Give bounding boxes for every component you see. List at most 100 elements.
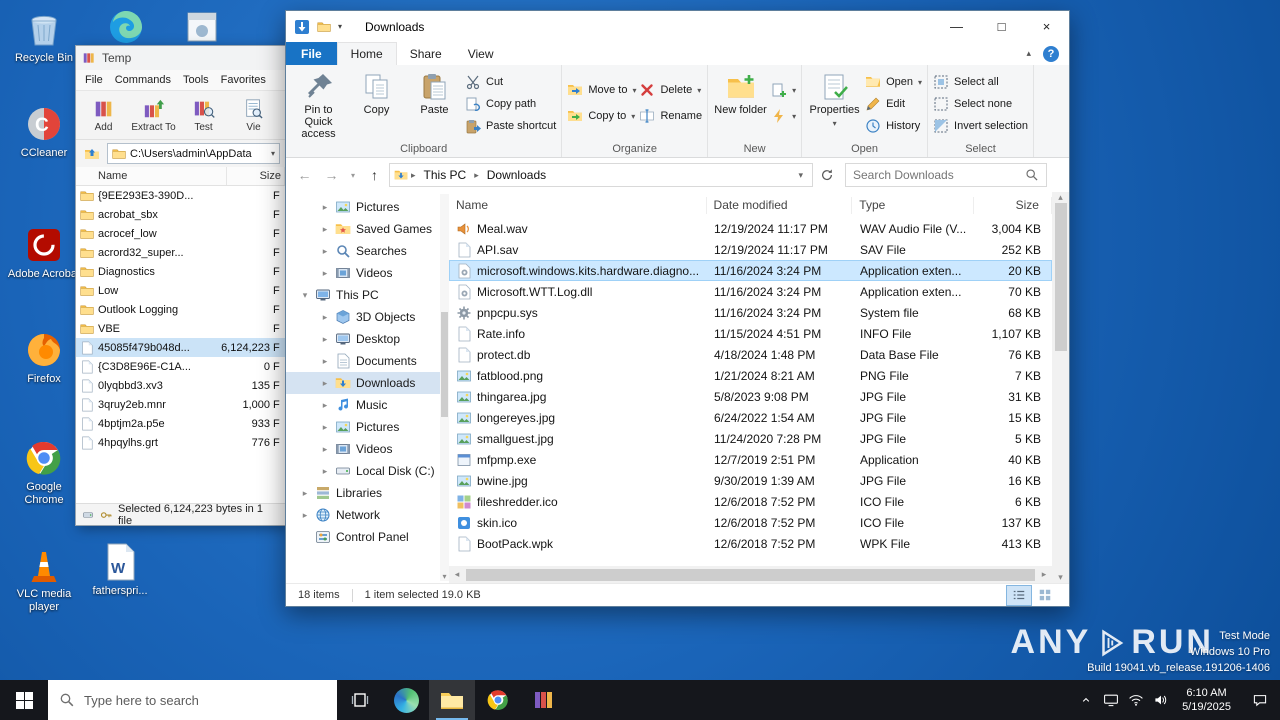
nav-item-downloads[interactable]: ▸ Downloads <box>286 372 449 394</box>
minimize-button[interactable]: — <box>934 11 979 42</box>
expand-chevron[interactable]: ▸ <box>300 510 310 521</box>
scrollbar-thumb[interactable] <box>1054 203 1067 351</box>
winrar-row[interactable]: 3qruy2eb.mnr 1,000 F <box>76 395 285 414</box>
breadcrumb-this-pc[interactable]: This PC <box>419 168 472 182</box>
tab-file[interactable]: File <box>286 42 337 65</box>
file-row[interactable]: Meal.wav 12/19/2024 11:17 PM WAV Audio Fil… <box>449 218 1052 239</box>
help-icon[interactable]: ? <box>1043 45 1059 62</box>
expand-chevron[interactable]: ▸ <box>320 246 330 257</box>
winrar-row[interactable]: 0lyqbbd3.xv3 135 F <box>76 376 285 395</box>
vertical-scrollbar[interactable]: ▴ ▾ <box>1052 192 1069 583</box>
column-header-type[interactable]: Type <box>852 196 975 214</box>
nav-item-3d-objects[interactable]: ▸ 3D Objects <box>286 306 449 328</box>
scroll-down-arrow[interactable]: ▾ <box>1053 572 1069 583</box>
expand-chevron[interactable]: ▸ <box>320 224 330 235</box>
search-box[interactable]: Search Downloads <box>845 163 1047 187</box>
back-button[interactable]: ← <box>292 163 317 187</box>
desktop-icon-vlc[interactable]: VLC media player <box>6 544 82 614</box>
history-button[interactable]: History <box>865 118 922 134</box>
column-header-name[interactable]: Name <box>449 196 707 214</box>
up-button[interactable]: ↑ <box>362 163 387 187</box>
column-header-date-modified[interactable]: Date modified <box>707 196 853 214</box>
copy-path-button[interactable]: Copy path <box>465 96 556 112</box>
copy-button[interactable]: Copy <box>349 67 404 137</box>
file-row[interactable]: API.sav 12/19/2024 11:17 PM SAV File 252 KB <box>449 239 1052 260</box>
expand-chevron[interactable]: ▸ <box>320 334 330 345</box>
scroll-up-arrow[interactable]: ▴ <box>1053 192 1069 203</box>
winrar-row[interactable]: {C3D8E96E-C1A... 0 F <box>76 357 285 376</box>
file-row[interactable]: thingarea.jpg 5/8/2023 9:08 PM JPG File 31 … <box>449 386 1052 407</box>
invert-selection-button[interactable]: Invert selection <box>933 118 1028 134</box>
ribbon-collapse-chevron[interactable]: ▴ <box>1026 48 1031 59</box>
explorer-titlebar[interactable]: ▾ Downloads — □ × <box>286 11 1069 42</box>
taskbar-winrar-button[interactable] <box>521 680 567 720</box>
search-icon[interactable] <box>1025 168 1039 182</box>
cut-button[interactable]: Cut <box>465 74 556 90</box>
file-row[interactable]: BootPack.wpk 12/6/2018 7:52 PM WPK File 413… <box>449 533 1052 554</box>
desktop-icon-recycle-bin[interactable]: Recycle Bin <box>6 8 82 65</box>
scroll-down-arrow[interactable]: ▾ <box>440 572 449 581</box>
nav-item-videos[interactable]: ▸ Videos <box>286 438 449 460</box>
winrar-menu-commands[interactable]: Commands <box>110 72 176 88</box>
nav-item-videos[interactable]: ▸ Videos <box>286 262 449 284</box>
tab-home[interactable]: Home <box>336 42 397 65</box>
column-header-size[interactable]: Size <box>974 196 1052 214</box>
tab-view[interactable]: View <box>455 42 507 65</box>
desktop-icon-edge-shortcut[interactable] <box>88 6 164 48</box>
task-view-button[interactable] <box>337 680 383 720</box>
winrar-add-button[interactable]: Add <box>80 92 127 138</box>
nav-item-this-pc[interactable]: ▾ This PC <box>286 284 449 306</box>
taskbar-search[interactable]: Type here to search <box>48 680 337 720</box>
winrar-titlebar[interactable]: Temp <box>76 46 285 70</box>
rename-button[interactable]: Rename <box>639 108 702 124</box>
file-row[interactable]: Microsoft.WTT.Log.dll 11/16/2024 3:24 PM A… <box>449 281 1052 302</box>
pin-to-quick-access-button[interactable]: Pin to Quick access <box>291 67 346 140</box>
thumbnails-view-button[interactable] <box>1033 586 1057 605</box>
tray-network-icon[interactable] <box>1123 680 1148 720</box>
desktop-icon-firefox[interactable]: Firefox <box>6 329 82 386</box>
winrar-row[interactable]: Diagnostics F <box>76 262 285 281</box>
close-button[interactable]: × <box>1024 11 1069 42</box>
nav-item-documents[interactable]: ▸ Documents <box>286 350 449 372</box>
paste-button[interactable]: Paste <box>407 67 462 137</box>
select-all-button[interactable]: Select all <box>933 74 1028 90</box>
winrar-row[interactable]: acrobat_sbx F <box>76 205 285 224</box>
winrar-menu-file[interactable]: File <box>80 72 108 88</box>
nav-item-saved-games[interactable]: ▸ Saved Games <box>286 218 449 240</box>
winrar-row[interactable]: {9EE293E3-390D... F <box>76 186 285 205</box>
refresh-icon[interactable] <box>815 163 839 187</box>
file-row[interactable]: fileshredder.ico 12/6/2018 7:52 PM ICO Fil… <box>449 491 1052 512</box>
new-folder-button[interactable]: New folder <box>713 67 768 137</box>
winrar-extract-to-button[interactable]: Extract To <box>130 92 177 138</box>
winrar-row[interactable]: 45085f479b048d... 6,124,223 F <box>76 338 285 357</box>
properties-button[interactable]: Properties ▾ <box>807 67 862 137</box>
file-row[interactable]: longereyes.jpg 6/24/2022 1:54 AM JPG File 1… <box>449 407 1052 428</box>
expand-chevron[interactable]: ▸ <box>320 400 330 411</box>
tray-expand-chevron[interactable] <box>1073 680 1098 720</box>
breadcrumb-downloads[interactable]: Downloads <box>482 168 551 182</box>
expand-chevron[interactable]: ▸ <box>320 466 330 477</box>
desktop-icon-fatherspri-doc[interactable]: Wfatherspri... <box>82 541 158 598</box>
up-folder-button[interactable] <box>81 143 103 164</box>
horizontal-scrollbar[interactable]: ◂ ▸ <box>449 566 1052 583</box>
forward-button[interactable]: → <box>319 163 344 187</box>
expand-chevron[interactable]: ▸ <box>320 268 330 279</box>
expand-chevron[interactable]: ▸ <box>320 312 330 323</box>
expand-chevron[interactable]: ▸ <box>320 444 330 455</box>
winrar-address-bar[interactable]: C:\Users\admin\AppData ▾ <box>107 143 280 164</box>
winrar-row[interactable]: 4hpqylhs.grt 776 F <box>76 433 285 452</box>
nav-item-desktop[interactable]: ▸ Desktop <box>286 328 449 350</box>
winrar-menu-favorites[interactable]: Favorites <box>216 72 271 88</box>
start-button[interactable] <box>0 680 48 720</box>
expand-chevron[interactable]: ▸ <box>300 488 310 499</box>
file-row[interactable]: smallguest.jpg 11/24/2020 7:28 PM JPG File… <box>449 428 1052 449</box>
recent-locations-chevron[interactable]: ▾ <box>346 163 360 187</box>
winrar-row[interactable]: Outlook Logging F <box>76 300 285 319</box>
desktop-icon-google-chrome[interactable]: Google Chrome <box>6 437 82 507</box>
easy-access-button[interactable]: ▾ <box>771 108 796 124</box>
select-none-button[interactable]: Select none <box>933 96 1028 112</box>
address-bar[interactable]: ▸ This PC ▸ Downloads ▾ <box>389 163 813 187</box>
scroll-left-arrow[interactable]: ◂ <box>449 569 465 580</box>
nav-item-pictures[interactable]: ▸ Pictures <box>286 416 449 438</box>
file-row[interactable]: pnpcpu.sys 11/16/2024 3:24 PM System file 6… <box>449 302 1052 323</box>
